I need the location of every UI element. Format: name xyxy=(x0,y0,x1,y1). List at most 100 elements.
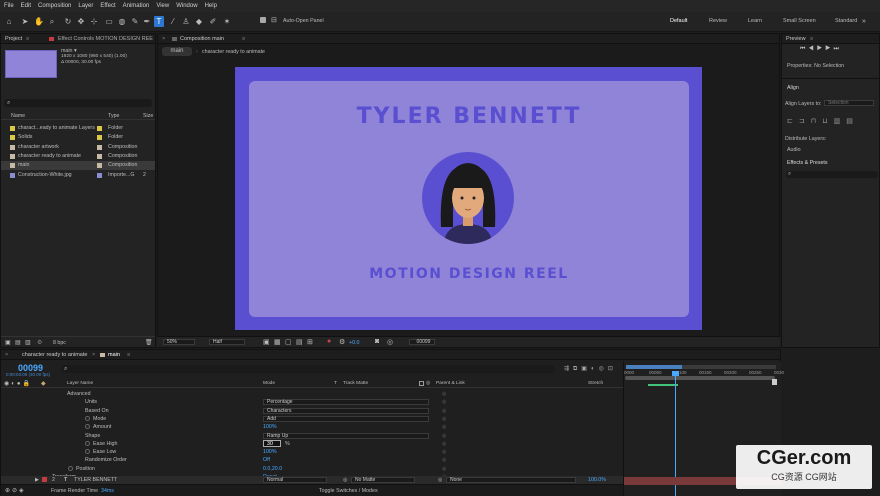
expression-icon[interactable]: ◎ xyxy=(442,456,446,464)
col-name[interactable]: Name xyxy=(11,112,25,120)
comp-marker-icon[interactable] xyxy=(772,379,777,385)
project-tab[interactable]: Project xyxy=(5,36,22,42)
workspace-0[interactable]: Default xyxy=(670,18,687,24)
menu-item-3[interactable]: Layer xyxy=(78,3,93,9)
3d-view-icon[interactable]: ⊞ xyxy=(307,338,313,346)
property-row[interactable]: Position 0.0,20.0 ◎ xyxy=(1,465,623,473)
property-row[interactable]: Based On Characters ◎ xyxy=(1,407,623,415)
close-tab-icon[interactable]: × xyxy=(5,352,8,358)
menu-item-8[interactable]: Help xyxy=(205,3,217,9)
item-label-color[interactable] xyxy=(97,126,102,131)
close-tab-icon[interactable]: × xyxy=(92,350,95,360)
cti-head[interactable] xyxy=(672,371,679,376)
eraser-tool-icon[interactable]: ◆ xyxy=(194,16,204,27)
stopwatch-icon[interactable] xyxy=(85,449,90,455)
expression-icon[interactable]: ◎ xyxy=(442,465,446,473)
panel-menu-icon[interactable]: ≡ xyxy=(810,34,813,44)
eyedropper-icon[interactable]: ✎ xyxy=(130,16,140,27)
reset-exposure-icon[interactable]: ⚙ xyxy=(339,338,345,346)
parent-pick-icon[interactable]: ◎ xyxy=(426,380,430,386)
close-tab-icon[interactable]: × xyxy=(162,36,165,42)
reel-subtitle[interactable]: MOTION DESIGN REEL xyxy=(249,266,689,282)
project-item[interactable]: Solids Folder xyxy=(1,133,155,142)
timeline-switch-icons[interactable]: ⇶⧉▣◐◎⊡ xyxy=(564,365,617,373)
crumb-main[interactable]: main xyxy=(162,47,192,56)
workspace-2[interactable]: Learn xyxy=(748,18,762,24)
show-channel-icon[interactable]: ◎ xyxy=(387,338,393,346)
track-matte-select[interactable]: No Matte xyxy=(351,477,415,483)
exposure-value[interactable]: +0.0 xyxy=(349,340,359,346)
rotate-tool-icon[interactable]: ↻ xyxy=(63,16,73,27)
property-row[interactable]: Ease High 30% ◎ xyxy=(1,439,623,448)
item-label-color[interactable] xyxy=(97,144,102,150)
time-navigator[interactable] xyxy=(625,376,775,380)
comp-timecode[interactable]: 00099 xyxy=(409,339,435,345)
menu-item-1[interactable]: Edit xyxy=(21,3,31,9)
col-type[interactable]: Type xyxy=(108,112,119,120)
expression-icon[interactable]: ◎ xyxy=(442,398,446,406)
col-size[interactable]: Size xyxy=(143,112,153,120)
shape-tool-icon[interactable]: ◍ xyxy=(117,16,127,27)
expression-icon[interactable]: ◎ xyxy=(442,415,446,423)
project-item[interactable]: main Composition xyxy=(1,161,155,171)
puppet-pin-icon[interactable]: ✶ xyxy=(222,16,232,27)
settings-icon[interactable]: ⚙ xyxy=(37,339,42,346)
composition-tab[interactable]: Composition main xyxy=(180,34,224,44)
trash-icon[interactable]: 🗑 xyxy=(145,339,153,346)
fx-switch-icon[interactable] xyxy=(419,381,424,386)
layer-mode-select[interactable]: Normal xyxy=(263,477,327,483)
property-select[interactable]: Characters xyxy=(263,407,429,414)
camera-tool-icon[interactable]: ✥ xyxy=(76,16,86,27)
property-row[interactable]: Amount 100% ◎ xyxy=(1,423,623,431)
timeline-search-input[interactable]: ⌕ xyxy=(61,365,555,373)
layer-label-color[interactable] xyxy=(42,477,47,482)
project-item[interactable]: charact...eady to animate Layers Folder xyxy=(1,124,155,133)
parent-pick-icon[interactable]: ◎ xyxy=(438,476,442,484)
property-select[interactable]: Percentage xyxy=(263,399,429,406)
property-row[interactable]: Shape Ramp Up ◎ xyxy=(1,432,623,440)
timeline-tab-character[interactable]: character ready to animate xyxy=(22,350,87,360)
item-label-color[interactable] xyxy=(97,172,102,178)
roto-brush-icon[interactable]: ✐ xyxy=(208,16,218,27)
guides-icon[interactable]: ▤ xyxy=(296,338,303,346)
resolution-select[interactable]: Half xyxy=(209,339,245,345)
menu-item-4[interactable]: Effect xyxy=(100,3,115,9)
lock-icon[interactable] xyxy=(172,37,177,41)
item-label-color[interactable] xyxy=(97,135,102,141)
snapshot-icon[interactable]: ◙ xyxy=(375,338,379,345)
workspace-menu-icon[interactable]: » xyxy=(862,18,866,25)
ease-high-input[interactable]: 30 xyxy=(263,439,281,447)
hand-tool-icon[interactable]: ✋ xyxy=(34,16,44,27)
stopwatch-icon[interactable] xyxy=(85,415,90,421)
workspace-3[interactable]: Small Screen xyxy=(783,18,816,24)
selection-tool-icon[interactable]: ➤ xyxy=(20,16,30,27)
auto-open-checkbox[interactable] xyxy=(260,17,266,23)
property-row[interactable]: Ease Low 100% ◎ xyxy=(1,448,623,456)
bit-depth[interactable]: 8 bpc xyxy=(53,340,66,346)
align-buttons[interactable]: ⊏⊐⊓⊔▥▤ xyxy=(787,117,859,125)
item-label-color[interactable] xyxy=(97,163,102,169)
region-icon[interactable]: ▣ xyxy=(263,338,270,346)
character-avatar[interactable] xyxy=(421,152,517,246)
property-value[interactable]: 100% xyxy=(263,423,277,431)
zoom-tool-icon[interactable]: ⌕ xyxy=(47,16,57,27)
transparency-grid-icon[interactable]: ▦ xyxy=(274,338,281,346)
col-stretch[interactable]: Stretch xyxy=(588,380,603,388)
menu-item-0[interactable]: File xyxy=(4,3,14,9)
stopwatch-icon[interactable] xyxy=(68,465,73,471)
av-switch-icons[interactable]: ◉◐●🔒 xyxy=(4,380,32,387)
panel-menu-icon[interactable]: ≡ xyxy=(242,34,245,44)
project-item[interactable]: character artwork Composition xyxy=(1,143,155,152)
property-row[interactable]: Mode Add ◎ xyxy=(1,415,623,423)
item-label-color[interactable] xyxy=(97,153,102,159)
effect-controls-tab[interactable]: Effect Controls MOTION DESIGN REE xyxy=(58,34,153,44)
property-select[interactable]: Add xyxy=(263,415,429,422)
home-icon[interactable]: ⌂ xyxy=(4,16,14,27)
menu-item-7[interactable]: Window xyxy=(176,3,197,9)
rectangle-tool-icon[interactable]: ▭ xyxy=(104,16,114,27)
col-layer-name[interactable]: Layer Name xyxy=(67,380,93,388)
panel-menu-icon[interactable]: ≡ xyxy=(26,34,29,44)
property-select[interactable]: Ramp Up xyxy=(263,432,429,439)
reel-title[interactable]: TYLER BENNETT xyxy=(249,104,689,129)
label-icon[interactable]: ◆ xyxy=(41,380,46,387)
